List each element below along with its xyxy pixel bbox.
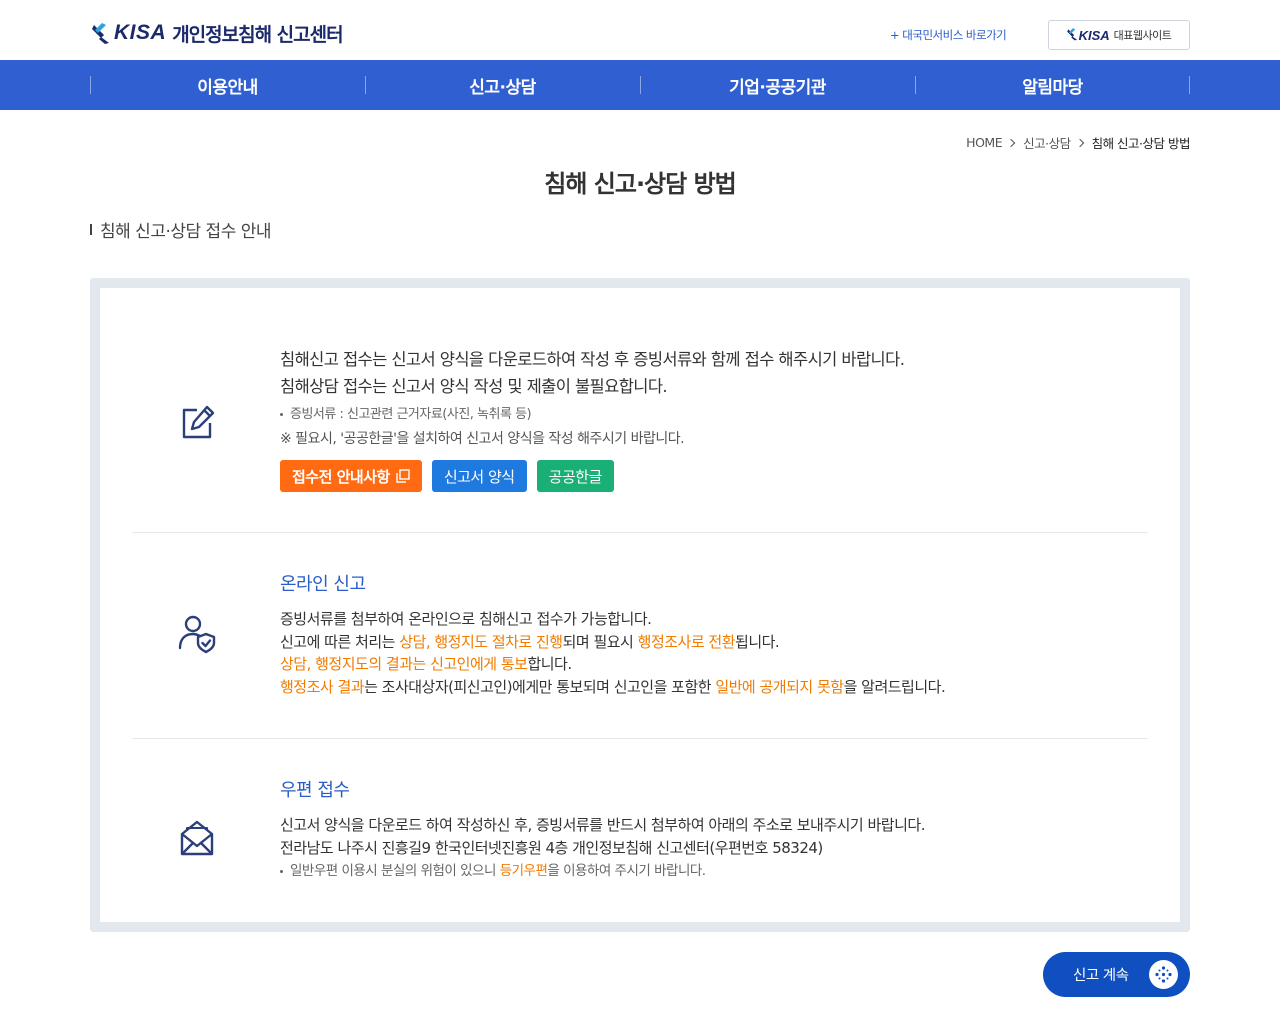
divider: [132, 738, 1148, 739]
logo-title: 개인정보침해 신고센터: [172, 23, 343, 46]
new-window-icon: [396, 469, 410, 483]
breadcrumb-current: 침해 신고·상담 방법: [1091, 136, 1191, 151]
breadcrumb: HOME 신고·상담 침해 신고·상담 방법: [966, 133, 1190, 152]
page-title: 침해 신고·상담 방법: [544, 170, 736, 198]
online-line-3: 상담, 행정지도의 결과는 신고인에게 통보합니다.: [280, 655, 572, 673]
online-line-2: 신고에 따른 처리는 상담, 행정지도 절차로 진행되며 필요시 행정조사로 전…: [280, 632, 780, 651]
nav-item-notice[interactable]: 알림마당: [915, 60, 1190, 110]
section-title-bar: [90, 224, 92, 235]
registered-mail-note: 일반우편 이용시 분실의 위험이 있으니 등기우편을 이용하여 주시기 바랍니다…: [280, 859, 1148, 884]
mail-line-1: 신고서 양식을 다운로드 하여 작성하신 후, 증빙서류를 반드시 첨부하여 아…: [280, 816, 925, 834]
pre-submission-guide-button[interactable]: 접수전 안내사항: [280, 460, 422, 492]
kisa-logo-icon: [92, 21, 112, 45]
nav-item-report[interactable]: 신고·상담: [365, 60, 640, 110]
hangul-download-button[interactable]: 공공한글: [536, 460, 614, 492]
online-report-block: 온라인 신고 증빙서류를 첨부하여 온라인으로 침해신고 접수가 가능합니다. …: [132, 570, 1148, 730]
online-line-4: 행정조사 결과는 조사대상자(피신고인)에게만 통보되며 신고인을 포함한 일반…: [280, 677, 946, 696]
bullet-icon: [280, 413, 283, 416]
mail-address: 전라남도 나주시 진흥길9 한국인터넷진흥원 4층 개인정보침해 신고센터(우편…: [280, 838, 823, 857]
section-title-text: 침해 신고·상담 접수 안내: [100, 222, 272, 242]
site-button-brand: KISA: [1078, 27, 1110, 43]
continue-report-label: 신고 계속: [1073, 968, 1129, 984]
main-navigation: 이용안내 신고·상담 기업·공공기관 알림마당: [0, 60, 1280, 110]
form-buttons: 접수전 안내사항 신고서 양식 공공한글: [280, 460, 1148, 492]
continue-report-button[interactable]: 신고 계속: [1043, 952, 1190, 997]
content-inner: 침해신고 접수는 신고서 양식을 다운로드하여 작성 후 증빙서류와 함께 접수…: [100, 288, 1180, 922]
kisa-logo-small-icon: [1066, 26, 1079, 45]
bullet-icon: [280, 869, 283, 873]
chevron-right-icon: [1006, 138, 1016, 147]
report-form-download-button[interactable]: 신고서 양식: [431, 460, 527, 492]
divider: [132, 532, 1148, 533]
online-report-heading: 온라인 신고: [280, 574, 366, 595]
site-logo[interactable]: KISA 개인정보침해 신고센터: [92, 18, 344, 48]
site-button-label: 대표웹사이트: [1113, 29, 1172, 42]
content-box: 침해신고 접수는 신고서 양식을 다운로드하여 작성 후 증빙서류와 함께 접수…: [90, 278, 1190, 932]
nav-item-guide[interactable]: 이용안내: [90, 60, 365, 110]
nav-item-enterprise[interactable]: 기업·공공기관: [640, 60, 915, 110]
chevron-right-icon: [1075, 138, 1084, 147]
form-instruction-2: 침해상담 접수는 신고서 양식 작성 및 제출이 불필요합니다.: [280, 377, 668, 396]
mail-report-block: 우편 접수 신고서 양식을 다운로드 하여 작성하신 후, 증빙서류를 반드시 …: [132, 776, 1148, 896]
more-dots-icon: [1149, 960, 1178, 989]
hangul-note: ※ 필요시, '공공한글'을 설치하여 신고서 양식을 작성 해주시기 바랍니다…: [280, 431, 685, 447]
online-line-1: 증빙서류를 첨부하여 온라인으로 침해신고 접수가 가능합니다.: [280, 610, 652, 628]
form-instruction-1: 침해신고 접수는 신고서 양식을 다운로드하여 작성 후 증빙서류와 함께 접수…: [280, 350, 905, 369]
kisa-website-button[interactable]: KISA 대표웹사이트: [1048, 20, 1190, 50]
user-shield-icon: [177, 614, 217, 654]
top-header: KISA 개인정보침해 신고센터 + 대국민서비스 바로가기 KISA 대표웹사…: [0, 0, 1280, 60]
breadcrumb-home[interactable]: HOME: [966, 135, 1002, 150]
section-title: 침해 신고·상담 접수 안내: [90, 217, 272, 242]
evidence-note: 증빙서류 : 신고관련 근거자료(사진, 녹취록 등): [280, 402, 1148, 427]
report-form-block: 침해신고 접수는 신고서 양식을 다운로드하여 작성 후 증빙서류와 함께 접수…: [132, 338, 1148, 528]
logo-brand: KISA: [114, 21, 167, 44]
breadcrumb-level1[interactable]: 신고·상담: [1023, 133, 1071, 152]
mail-report-heading: 우편 접수: [280, 780, 350, 801]
edit-icon: [177, 402, 217, 442]
public-service-link[interactable]: + 대국민서비스 바로가기: [890, 27, 1007, 43]
mail-icon: [177, 818, 217, 858]
